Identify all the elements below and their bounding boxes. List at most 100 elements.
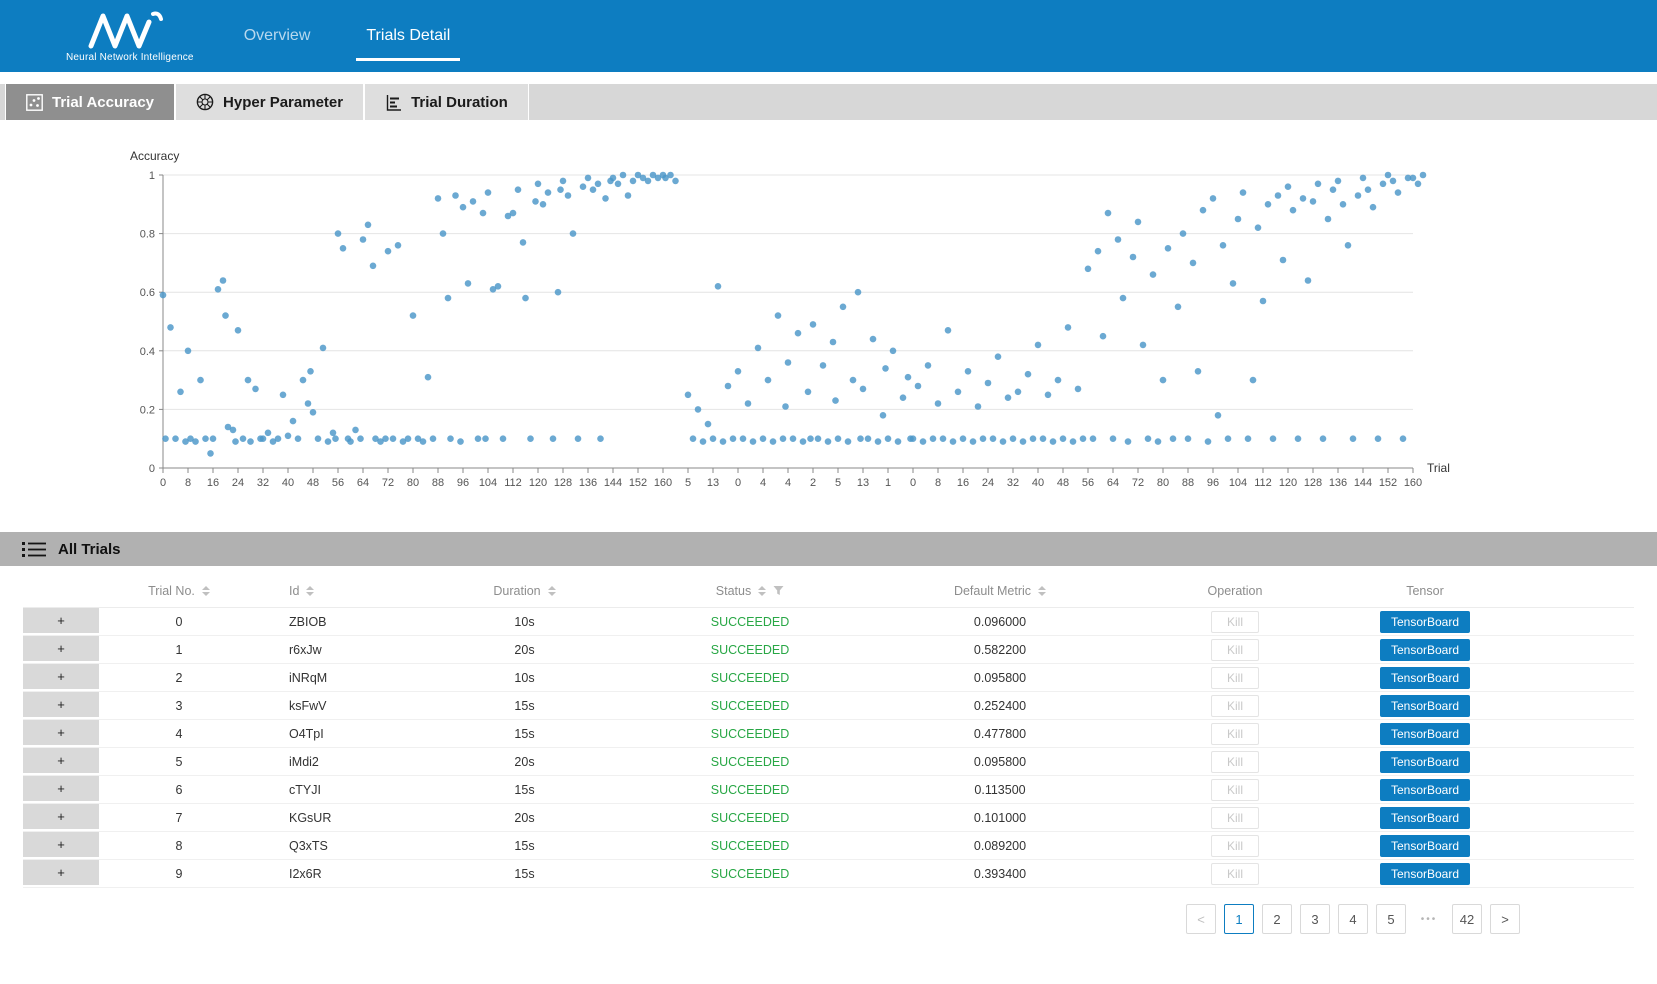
scatter-point <box>1120 295 1127 302</box>
sort-icon[interactable] <box>1038 586 1046 596</box>
tensorboard-button[interactable]: TensorBoard <box>1380 835 1470 857</box>
kill-button[interactable]: Kill <box>1211 639 1259 661</box>
x-tick-label: 120 <box>1279 477 1297 489</box>
tab-hyper-parameter[interactable]: Hyper Parameter <box>175 84 364 120</box>
scatter-point <box>630 178 637 185</box>
sort-icon[interactable] <box>548 586 556 596</box>
pagination-page-5[interactable]: 5 <box>1376 904 1406 934</box>
status-cell: SUCCEEDED <box>640 615 860 629</box>
tab-label: Trial Duration <box>411 94 508 111</box>
scatter-point <box>352 427 359 434</box>
nav-overview[interactable]: Overview <box>242 21 313 51</box>
pagination-next[interactable]: > <box>1490 904 1520 934</box>
kill-button[interactable]: Kill <box>1211 667 1259 689</box>
kill-button[interactable]: Kill <box>1211 807 1259 829</box>
tensorboard-button[interactable]: TensorBoard <box>1380 667 1470 689</box>
column-header-operation: Operation <box>1140 584 1330 598</box>
default-metric-cell: 0.096000 <box>860 615 1140 629</box>
scatter-point <box>557 186 564 193</box>
trial-id-cell: ZBIOB <box>259 615 409 629</box>
expand-row-button[interactable]: + <box>23 636 99 663</box>
scatter-point <box>1365 186 1372 193</box>
x-tick-label: 80 <box>1157 477 1169 489</box>
scatter-point <box>820 362 827 369</box>
column-header-trial-no[interactable]: Trial No. <box>99 584 259 598</box>
scatter-plot-icon <box>26 94 43 111</box>
kill-button[interactable]: Kill <box>1211 695 1259 717</box>
expand-row-button[interactable]: + <box>23 692 99 719</box>
pagination-page-1[interactable]: 1 <box>1224 904 1254 934</box>
pagination-page-4[interactable]: 4 <box>1338 904 1368 934</box>
x-tick-label: 128 <box>554 477 572 489</box>
expand-row-button[interactable]: + <box>23 776 99 803</box>
tab-trial-accuracy[interactable]: Trial Accuracy <box>5 84 175 120</box>
table-row: +8Q3xTS15sSUCCEEDED0.089200KillTensorBoa… <box>23 832 1634 860</box>
scatter-point <box>1235 216 1242 223</box>
tensorboard-button[interactable]: TensorBoard <box>1380 807 1470 829</box>
expand-row-button[interactable]: + <box>23 608 99 635</box>
scatter-point <box>1375 435 1382 442</box>
pagination-ellipsis[interactable]: ••• <box>1414 904 1444 934</box>
expand-row-button[interactable]: + <box>23 748 99 775</box>
column-header-default-metric[interactable]: Default Metric <box>860 584 1140 598</box>
kill-button[interactable]: Kill <box>1211 723 1259 745</box>
hyperparameter-icon <box>196 93 214 111</box>
pagination-page-42[interactable]: 42 <box>1452 904 1482 934</box>
scatter-point <box>470 198 477 205</box>
expand-row-button[interactable]: + <box>23 832 99 859</box>
scatter-point <box>315 435 322 442</box>
sort-icon[interactable] <box>758 586 766 596</box>
expand-row-button[interactable]: + <box>23 860 99 887</box>
scatter-point <box>245 377 252 384</box>
pagination-page-3[interactable]: 3 <box>1300 904 1330 934</box>
tensorboard-button[interactable]: TensorBoard <box>1380 611 1470 633</box>
tensorboard-button[interactable]: TensorBoard <box>1380 695 1470 717</box>
sort-icon[interactable] <box>306 586 314 596</box>
default-metric-cell: 0.101000 <box>860 811 1140 825</box>
tensorboard-button[interactable]: TensorBoard <box>1380 639 1470 661</box>
scatter-point <box>580 183 587 190</box>
x-tick-label: 13 <box>857 477 869 489</box>
trial-no-cell: 6 <box>99 783 259 797</box>
tensorboard-button[interactable]: TensorBoard <box>1380 863 1470 885</box>
nav-trials-detail[interactable]: Trials Detail <box>364 21 452 51</box>
scatter-point <box>950 438 957 445</box>
kill-button[interactable]: Kill <box>1211 863 1259 885</box>
kill-button[interactable]: Kill <box>1211 611 1259 633</box>
kill-button[interactable]: Kill <box>1211 779 1259 801</box>
scatter-point <box>597 435 604 442</box>
expand-row-button[interactable]: + <box>23 804 99 831</box>
tensorboard-button[interactable]: TensorBoard <box>1380 751 1470 773</box>
trial-id-cell: KGsUR <box>259 811 409 825</box>
kill-button[interactable]: Kill <box>1211 751 1259 773</box>
pagination-prev[interactable]: < <box>1186 904 1216 934</box>
scatter-point <box>1200 207 1207 214</box>
scatter-point <box>197 377 204 384</box>
scatter-point <box>425 374 432 381</box>
tensor-cell: TensorBoard <box>1330 779 1520 801</box>
tensorboard-button[interactable]: TensorBoard <box>1380 723 1470 745</box>
scatter-point <box>1185 435 1192 442</box>
default-metric-cell: 0.393400 <box>860 867 1140 881</box>
expand-row-button[interactable]: + <box>23 664 99 691</box>
scatter-point <box>975 403 982 410</box>
column-header-duration[interactable]: Duration <box>409 584 640 598</box>
x-tick-label: 24 <box>982 477 994 489</box>
duration-cell: 20s <box>409 755 640 769</box>
scatter-point <box>1415 181 1422 188</box>
scatter-point <box>610 175 617 182</box>
filter-icon[interactable] <box>773 585 784 596</box>
scatter-point <box>570 230 577 237</box>
column-header-id[interactable]: Id <box>259 584 409 598</box>
sort-icon[interactable] <box>202 586 210 596</box>
scatter-point <box>500 435 507 442</box>
scatter-point <box>895 438 902 445</box>
kill-button[interactable]: Kill <box>1211 835 1259 857</box>
column-header-status[interactable]: Status <box>640 584 860 598</box>
expand-row-button[interactable]: + <box>23 720 99 747</box>
tab-trial-duration[interactable]: Trial Duration <box>364 84 529 120</box>
scatter-point <box>880 412 887 419</box>
x-tick-label: 32 <box>1007 477 1019 489</box>
tensorboard-button[interactable]: TensorBoard <box>1380 779 1470 801</box>
pagination-page-2[interactable]: 2 <box>1262 904 1292 934</box>
